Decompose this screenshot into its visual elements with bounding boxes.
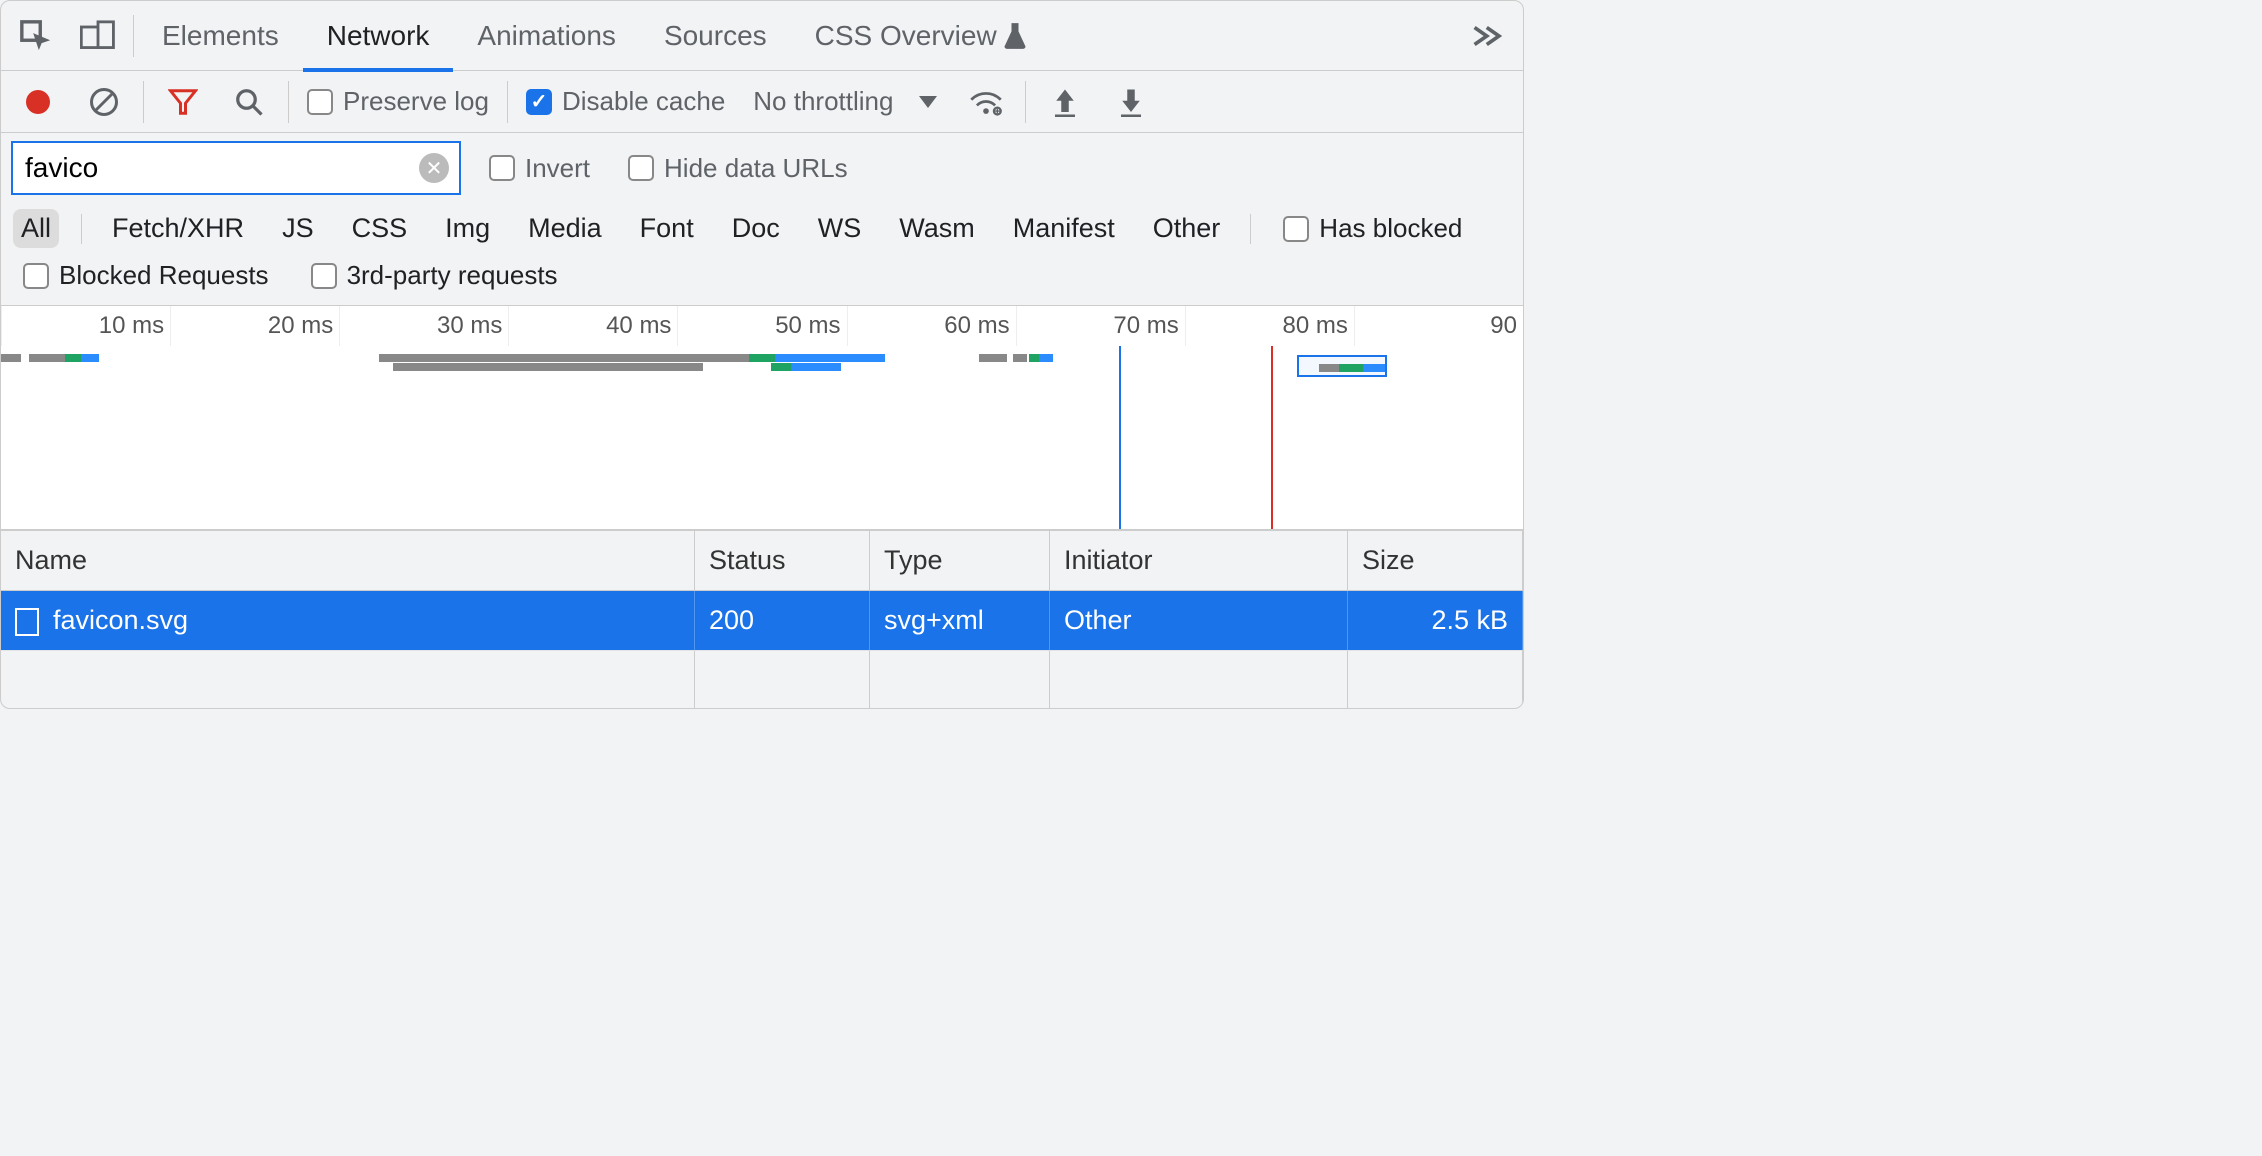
divider <box>507 81 508 123</box>
tick-label: 30 ms <box>437 312 502 340</box>
chip-font[interactable]: Font <box>632 209 702 248</box>
filter-toggle-icon[interactable] <box>152 72 214 132</box>
tick-label: 90 <box>1490 312 1517 340</box>
chip-manifest[interactable]: Manifest <box>1005 209 1123 248</box>
tick-label: 10 ms <box>99 312 164 340</box>
col-name[interactable]: Name <box>1 530 695 591</box>
divider <box>1025 81 1026 123</box>
cell-name: favicon.svg <box>53 605 188 635</box>
chip-media[interactable]: Media <box>520 209 610 248</box>
upload-har-icon[interactable] <box>1034 72 1096 132</box>
devtools-panel: Elements Network Animations Sources CSS … <box>0 0 1524 709</box>
download-har-icon[interactable] <box>1100 72 1162 132</box>
record-button[interactable] <box>7 72 69 132</box>
divider <box>288 81 289 123</box>
tabs-row: Elements Network Animations Sources CSS … <box>1 1 1523 71</box>
chip-all[interactable]: All <box>13 209 59 248</box>
chip-img[interactable]: Img <box>437 209 498 248</box>
cell-type: svg+xml <box>870 591 1050 650</box>
tab-elements[interactable]: Elements <box>138 1 303 71</box>
col-type[interactable]: Type <box>870 530 1050 591</box>
tick-label: 40 ms <box>606 312 671 340</box>
third-party-checkbox[interactable]: 3rd-party requests <box>301 260 568 291</box>
tick-label: 70 ms <box>1113 312 1178 340</box>
tab-sources[interactable]: Sources <box>640 1 791 71</box>
filter-row: ✕ Invert Hide data URLs <box>1 133 1523 203</box>
preserve-log-checkbox[interactable]: Preserve log <box>297 86 499 117</box>
blocked-requests-label: Blocked Requests <box>59 260 269 291</box>
clear-button[interactable] <box>73 72 135 132</box>
col-size[interactable]: Size <box>1348 530 1523 591</box>
tick-label: 80 ms <box>1283 312 1348 340</box>
has-blocked-label: Has blocked <box>1319 213 1462 244</box>
col-status[interactable]: Status <box>695 530 870 591</box>
chevron-down-icon <box>919 96 937 108</box>
chip-doc[interactable]: Doc <box>724 209 788 248</box>
requests-table: Name Status Type Initiator Size favicon.… <box>1 530 1523 708</box>
tab-css-overview-label: CSS Overview <box>815 20 997 52</box>
network-conditions-icon[interactable] <box>955 72 1017 132</box>
hide-data-urls-checkbox[interactable]: Hide data URLs <box>618 153 858 184</box>
timeline-overview[interactable]: 10 ms 20 ms 30 ms 40 ms 50 ms 60 ms 70 m… <box>1 305 1523 530</box>
file-icon <box>15 608 39 636</box>
flask-icon <box>1003 22 1027 50</box>
tick-label: 60 ms <box>944 312 1009 340</box>
tick-label: 50 ms <box>775 312 840 340</box>
invert-label: Invert <box>525 153 590 184</box>
chip-wasm[interactable]: Wasm <box>891 209 983 248</box>
waterfall-bars <box>1 354 1523 384</box>
cell-size: 2.5 kB <box>1348 591 1523 650</box>
blocked-requests-checkbox[interactable]: Blocked Requests <box>13 260 279 291</box>
tick-label: 20 ms <box>268 312 333 340</box>
domcontentloaded-marker <box>1119 346 1121 529</box>
time-ticks: 10 ms 20 ms 30 ms 40 ms 50 ms 60 ms 70 m… <box>1 306 1523 346</box>
inspect-icon[interactable] <box>5 6 67 66</box>
network-toolbar: Preserve log Disable cache No throttling <box>1 71 1523 133</box>
divider <box>81 214 82 244</box>
has-blocked-checkbox[interactable]: Has blocked <box>1273 213 1472 244</box>
extra-filters-row: Blocked Requests 3rd-party requests <box>1 260 1523 305</box>
clear-filter-icon[interactable]: ✕ <box>419 153 449 183</box>
cell-status: 200 <box>695 591 870 650</box>
throttling-value: No throttling <box>753 86 893 117</box>
hide-data-urls-label: Hide data URLs <box>664 153 848 184</box>
chip-ws[interactable]: WS <box>810 209 870 248</box>
selection-highlight <box>1297 355 1387 377</box>
divider <box>1250 214 1251 244</box>
chip-js[interactable]: JS <box>274 209 322 248</box>
divider <box>133 15 134 57</box>
chip-fetch-xhr[interactable]: Fetch/XHR <box>104 209 252 248</box>
third-party-label: 3rd-party requests <box>347 260 558 291</box>
tab-animations[interactable]: Animations <box>453 1 640 71</box>
throttling-select[interactable]: No throttling <box>739 86 951 117</box>
invert-checkbox[interactable]: Invert <box>479 153 600 184</box>
device-toggle-icon[interactable] <box>67 6 129 66</box>
disable-cache-checkbox[interactable]: Disable cache <box>516 86 735 117</box>
cell-initiator: Other <box>1050 591 1348 650</box>
chip-css[interactable]: CSS <box>344 209 416 248</box>
tab-css-overview[interactable]: CSS Overview <box>791 1 1051 71</box>
load-marker <box>1271 346 1273 529</box>
filter-input[interactable] <box>13 152 419 184</box>
disable-cache-label: Disable cache <box>562 86 725 117</box>
col-initiator[interactable]: Initiator <box>1050 530 1348 591</box>
preserve-log-label: Preserve log <box>343 86 489 117</box>
filter-input-wrap: ✕ <box>11 141 461 195</box>
search-icon[interactable] <box>218 72 280 132</box>
tab-network[interactable]: Network <box>303 1 454 71</box>
tabs-overflow-icon[interactable] <box>1457 6 1519 66</box>
chip-other[interactable]: Other <box>1145 209 1229 248</box>
resource-type-filters: All Fetch/XHR JS CSS Img Media Font Doc … <box>1 203 1523 260</box>
divider <box>143 81 144 123</box>
